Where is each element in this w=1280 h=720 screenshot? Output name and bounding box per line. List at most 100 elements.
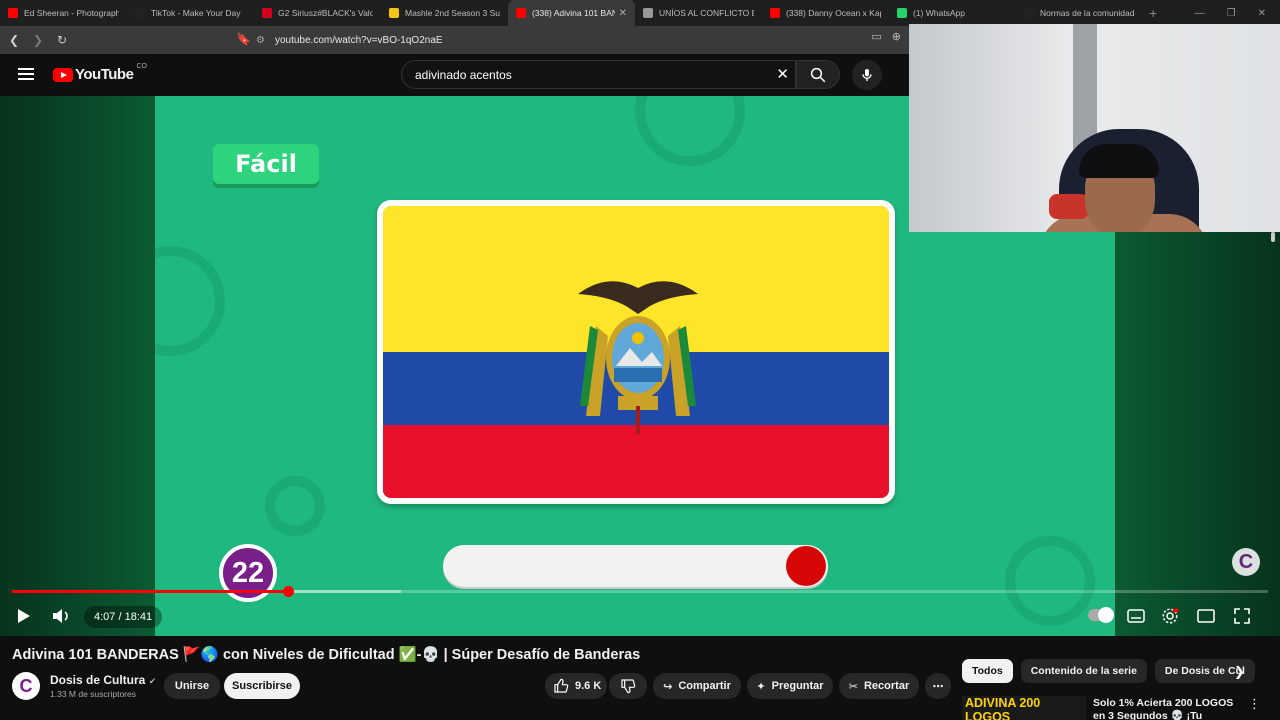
search-input[interactable]: adivinado acentos ✕ <box>401 60 796 89</box>
close-tab-icon[interactable]: ✕ <box>619 8 627 19</box>
more-icon: ⋯ <box>932 680 944 693</box>
browser-tab[interactable]: TikTok - Make Your Day <box>127 0 254 26</box>
back-icon[interactable]: ❮ <box>4 33 24 47</box>
answer-dot <box>786 546 826 586</box>
autoplay-toggle[interactable] <box>1088 607 1114 623</box>
browser-tab[interactable]: (338) Danny Ocean x Kap <box>762 0 889 26</box>
share-icon: ↪ <box>663 680 673 693</box>
share-button[interactable]: ↪ Compartir <box>653 673 741 699</box>
like-button[interactable]: 9.6 K <box>545 673 607 699</box>
globe-decoration <box>265 476 325 536</box>
channel-watermark[interactable]: C <box>1232 548 1260 576</box>
tab-title: Mashle 2nd Season 3 Sub <box>405 8 500 18</box>
channel-name[interactable]: Dosis de Cultura ✔ <box>50 673 156 687</box>
tab-favicon-icon <box>516 8 526 18</box>
theater-mode-button[interactable] <box>1196 606 1216 626</box>
recommendation-menu-icon[interactable]: ⋮ <box>1248 696 1261 712</box>
logo-text: YouTube <box>75 66 134 83</box>
new-tab-icon[interactable]: + <box>1149 5 1157 21</box>
dislike-button[interactable] <box>609 673 647 699</box>
subtitles-button[interactable] <box>1126 606 1146 626</box>
theater-icon <box>1197 609 1215 623</box>
filter-chip[interactable]: Contenido de la serie <box>1020 659 1147 683</box>
address-bar: ❮ ❯ ↻ 🔖 ⚙ youtube.com/watch?v=vBO-1qO2na… <box>0 26 909 54</box>
fullscreen-button[interactable] <box>1232 606 1252 626</box>
filter-chips: Todos Contenido de la serie De Dosis de Cu… <box>962 659 1255 683</box>
verified-icon: ✔ <box>148 676 157 686</box>
page-scrollbar[interactable] <box>1271 232 1275 242</box>
search-button[interactable] <box>796 60 840 89</box>
settings-button[interactable] <box>1160 606 1180 626</box>
recommended-title[interactable]: Solo 1% Acierta 200 LOGOS en 3 Segundos … <box>1093 697 1243 720</box>
subscribe-button[interactable]: Suscribirse <box>224 673 300 699</box>
tab-favicon-icon <box>770 8 780 18</box>
time-display: 4:07 / 18:41 <box>84 606 163 628</box>
browser-tab[interactable]: Normas de la comunidad <box>1016 0 1143 26</box>
video-blur-right <box>1115 232 1280 636</box>
tab-favicon-icon <box>1024 8 1034 18</box>
browser-tab[interactable]: Mashle 2nd Season 3 Sub <box>381 0 508 26</box>
more-actions-button[interactable]: ⋯ <box>925 673 951 699</box>
restore-icon[interactable]: ❐ <box>1227 8 1236 19</box>
tab-title: G2 Siriusz#BLACK's Valora <box>278 8 373 18</box>
like-count: 9.6 K <box>575 680 602 692</box>
clip-label: Recortar <box>863 680 910 692</box>
close-window-icon[interactable]: ✕ <box>1258 8 1266 19</box>
browser-tab[interactable]: (338) Adivina 101 BAN ✕ <box>508 0 635 26</box>
progress-played <box>12 590 289 593</box>
reload-icon[interactable]: ↻ <box>52 33 72 47</box>
voice-search-button[interactable] <box>852 60 882 90</box>
tab-favicon-icon <box>135 8 145 18</box>
volume-button[interactable] <box>50 606 74 626</box>
chips-next-icon[interactable]: ❯ <box>1234 664 1245 680</box>
tab-favicon-icon <box>643 8 653 18</box>
join-button[interactable]: Unirse <box>164 673 220 699</box>
streamer-cap <box>1079 144 1159 178</box>
play-button[interactable] <box>14 606 34 626</box>
browser-tab[interactable]: UNÍOS AL CONFLICTO EN <box>635 0 762 26</box>
video-title: Adivina 101 BANDERAS 🚩🌎 con Niveles de D… <box>12 647 641 663</box>
tab-title: (1) WhatsApp <box>913 8 965 18</box>
forward-icon[interactable]: ❯ <box>28 33 48 47</box>
tab-favicon-icon <box>8 8 18 18</box>
recommended-thumbnail[interactable]: ADIVINA 200 LOGOS <box>962 696 1086 720</box>
cast-icon[interactable]: ▭ <box>871 30 881 43</box>
zoom-icon[interactable]: ⊕ <box>892 30 901 43</box>
webcam-overlay <box>909 24 1280 232</box>
tab-title: Ed Sheeran - Photograph <box>24 8 119 18</box>
ask-button[interactable]: ✦ Preguntar <box>747 673 833 699</box>
channel-avatar[interactable]: C <box>12 672 40 700</box>
answer-bar <box>443 545 828 587</box>
tab-title: UNÍOS AL CONFLICTO EN <box>659 8 754 18</box>
url-field[interactable]: ⚙ youtube.com/watch?v=vBO-1qO2naE <box>256 30 906 50</box>
region-code: CO <box>136 63 147 70</box>
microphone-icon <box>862 69 872 81</box>
site-settings-icon[interactable]: ⚙ <box>256 35 265 46</box>
player-controls: 4:07 / 18:41 <box>0 598 1280 634</box>
fullscreen-icon <box>1234 608 1250 624</box>
browser-tab-strip: Ed Sheeran - Photograph TikTok - Make You… <box>0 0 1280 26</box>
clear-search-icon[interactable]: ✕ <box>776 65 789 83</box>
browser-tab[interactable]: G2 Siriusz#BLACK's Valora <box>254 0 381 26</box>
menu-icon[interactable] <box>18 68 34 80</box>
gear-icon <box>1162 608 1179 624</box>
volume-icon <box>53 609 68 623</box>
video-blur-left <box>0 96 155 636</box>
clip-button[interactable]: ✂ Recortar <box>839 673 919 699</box>
globe-decoration <box>155 246 225 356</box>
red-object <box>1049 194 1089 219</box>
minimize-icon[interactable]: — <box>1195 8 1205 19</box>
browser-tab[interactable]: (1) WhatsApp <box>889 0 1016 26</box>
browser-tab[interactable]: Ed Sheeran - Photograph <box>0 0 127 26</box>
search-icon <box>810 67 826 82</box>
filter-chip[interactable]: Todos <box>962 659 1013 683</box>
progress-bar[interactable] <box>12 586 1268 597</box>
scissors-icon: ✂ <box>848 680 858 693</box>
tab-title: (338) Danny Ocean x Kap <box>786 8 881 18</box>
youtube-logo[interactable]: YouTube CO <box>53 63 147 83</box>
ask-label: Preguntar <box>771 680 824 692</box>
question-counter: 22 <box>219 544 277 602</box>
recommended-video[interactable]: ADIVINA 200 LOGOS Solo 1% Acierta 200 LO… <box>962 694 1272 720</box>
channel-name-text: Dosis de Cultura <box>50 673 146 687</box>
bookmark-icon[interactable]: 🔖 <box>236 32 251 46</box>
